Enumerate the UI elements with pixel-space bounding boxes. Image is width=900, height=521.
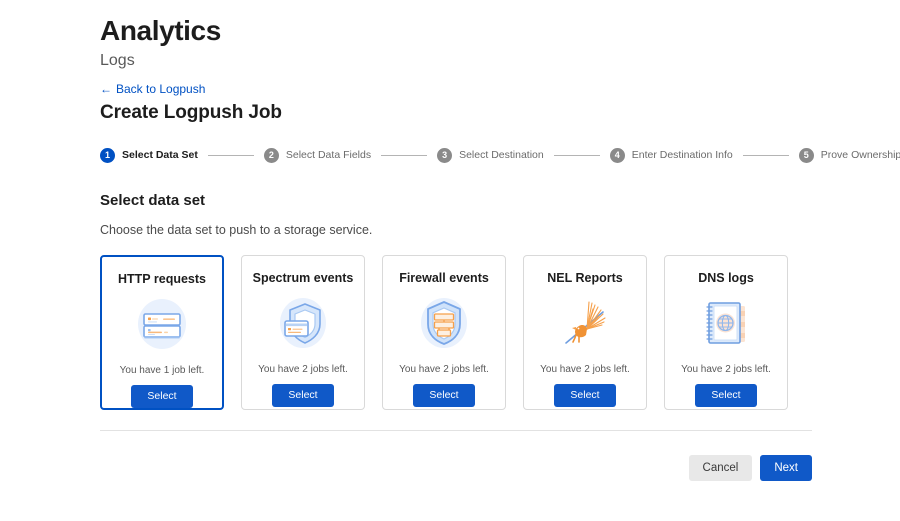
select-button-firewall-events[interactable]: Select (413, 384, 475, 407)
app-title: Analytics (100, 15, 221, 46)
create-logpush-job-page: Analytics Logs ← Back to Logpush Create … (0, 0, 900, 521)
step-label: Select Data Set (122, 148, 198, 161)
step-select-data-set[interactable]: 1 Select Data Set (100, 147, 198, 163)
back-to-logpush-link[interactable]: ← Back to Logpush (100, 82, 205, 96)
step-number-badge: 1 (100, 147, 115, 163)
data-set-card-spectrum-events[interactable]: Spectrum events You have 2 jobs left. Se (241, 255, 365, 410)
app-subtitle: Logs (100, 52, 135, 69)
step-select-data-fields[interactable]: 2 Select Data Fields (263, 147, 372, 163)
select-button-dns-logs[interactable]: Select (695, 384, 757, 407)
select-button-nel-reports[interactable]: Select (554, 384, 616, 407)
data-set-card-nel-reports[interactable]: NEL Reports You have 2 jobs left. Select (523, 255, 647, 410)
data-set-card-firewall-events[interactable]: Firewall events You have 2 jobs left. Se… (382, 255, 506, 410)
step-prove-ownership[interactable]: 5 Prove Ownership (798, 147, 900, 163)
card-title: Spectrum events (252, 271, 354, 285)
select-button-spectrum-events[interactable]: Select (272, 384, 334, 407)
wizard-stepper: 1 Select Data Set 2 Select Data Fields 3… (100, 145, 900, 165)
card-jobs-remaining: You have 1 job left. (119, 365, 205, 376)
card-jobs-remaining: You have 2 jobs left. (399, 364, 489, 375)
step-select-destination[interactable]: 3 Select Destination (437, 147, 544, 163)
page-content: Analytics Logs ← Back to Logpush Create … (100, 0, 900, 410)
card-jobs-remaining: You have 2 jobs left. (258, 364, 348, 375)
step-connector (381, 154, 428, 156)
data-set-card-grid: HTTP requests You have 1 job left. Selec… (100, 255, 812, 410)
footer-divider (100, 430, 812, 431)
card-title: Firewall events (399, 271, 489, 285)
card-jobs-remaining: You have 2 jobs left. (540, 364, 630, 375)
step-label: Enter Destination Info (631, 148, 733, 161)
card-title: NEL Reports (547, 271, 623, 285)
step-number-badge: 2 (263, 147, 279, 163)
step-label: Select Data Fields (285, 148, 372, 161)
step-number-badge: 5 (798, 147, 814, 163)
step-connector (553, 154, 600, 156)
step-connector (742, 154, 789, 156)
step-label: Prove Ownership (820, 148, 900, 161)
shield-brickwall-icon (415, 294, 473, 352)
step-label: Select Destination (459, 148, 544, 161)
section-description: Choose the data set to push to a storage… (100, 223, 373, 237)
footer-actions: Cancel Next (100, 455, 812, 481)
notebook-globe-icon (697, 294, 755, 352)
step-number-badge: 3 (437, 147, 453, 163)
card-title: HTTP requests (118, 272, 206, 286)
left-arrow-icon: ← (100, 82, 112, 96)
back-link-label: Back to Logpush (116, 82, 206, 96)
card-title: DNS logs (698, 271, 754, 285)
next-button[interactable]: Next (760, 455, 812, 481)
bird-burst-icon (556, 294, 614, 352)
step-enter-destination-info[interactable]: 4 Enter Destination Info (609, 147, 733, 163)
section-title: Select data set (100, 192, 206, 209)
select-button-http-requests[interactable]: Select (131, 385, 193, 408)
cancel-button[interactable]: Cancel (688, 455, 753, 481)
data-set-card-dns-logs[interactable]: DNS logs You have 2 jobs left. Select (664, 255, 788, 410)
server-rack-icon (133, 295, 191, 353)
page-title: Create Logpush Job (100, 102, 282, 123)
step-number-badge: 4 (609, 147, 625, 163)
card-jobs-remaining: You have 2 jobs left. (681, 364, 771, 375)
data-set-card-http-requests[interactable]: HTTP requests You have 1 job left. Selec… (100, 255, 224, 410)
shield-card-icon (274, 294, 332, 352)
step-connector (207, 154, 254, 156)
